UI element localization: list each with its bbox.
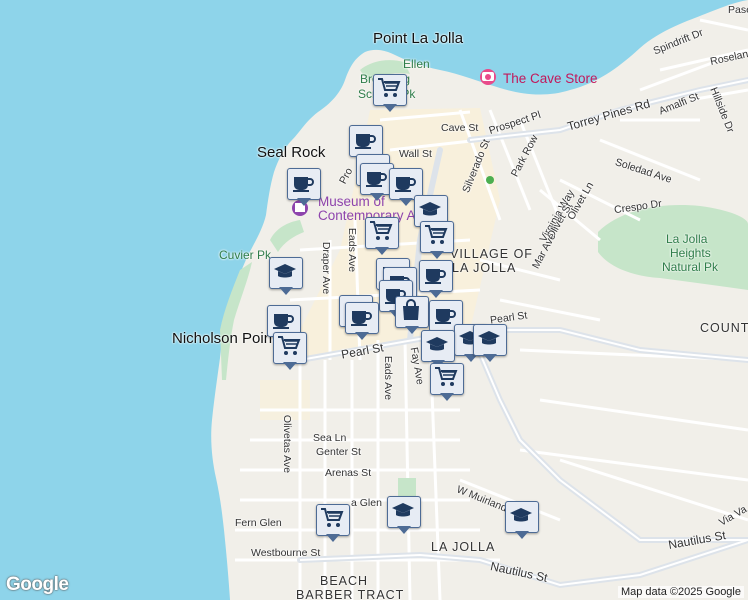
street-eads-ave-s: Eads Ave <box>382 355 395 401</box>
marker-shopping-cart[interactable] <box>365 217 399 257</box>
label-point-la-jolla: Point La Jolla <box>373 30 464 47</box>
label-heights-1: La Jolla <box>666 232 708 246</box>
marker-coffee-cup[interactable] <box>345 302 379 342</box>
marker-graduation-cap[interactable] <box>505 501 539 541</box>
label-la-jolla: LA JOLLA <box>431 540 496 554</box>
map-data-attribution[interactable]: Map data ©2025 Google <box>617 586 744 598</box>
street-genter-st: Genter St <box>316 446 361 458</box>
marker-shopping-cart[interactable] <box>316 504 350 544</box>
label-beach: BEACH <box>320 574 369 588</box>
street-sea-ln: Sea Ln <box>313 432 347 444</box>
label-village-1: VILLAGE OF <box>450 247 533 261</box>
google-logo[interactable]: Google <box>6 574 69 596</box>
street-pase: Pase <box>728 4 748 16</box>
street-draper-ave: Draper Ave <box>320 241 333 295</box>
label-seal-rock: Seal Rock <box>257 144 326 161</box>
map-canvas[interactable]: Point La Jolla Seal Rock Nicholson Point… <box>0 0 748 600</box>
label-heights-3: Natural Pk <box>662 260 719 274</box>
label-village-2: LA JOLLA <box>452 261 517 275</box>
street-wall-st: Wall St <box>399 148 432 160</box>
street-glen: a Glen <box>351 497 382 509</box>
label-ellen: Ellen <box>403 57 430 71</box>
street-arenas-st: Arenas St <box>325 467 372 479</box>
marker-coffee-cup[interactable] <box>419 260 453 300</box>
marker-graduation-cap[interactable] <box>269 257 303 297</box>
marker-shopping-cart[interactable] <box>273 332 307 372</box>
marker-graduation-cap[interactable] <box>473 324 507 364</box>
street-eads-ave-n: Eads Ave <box>346 227 359 273</box>
marker-coffee-cup[interactable] <box>287 168 321 208</box>
label-country: COUNT <box>700 321 748 335</box>
label-heights-2: Heights <box>670 246 711 260</box>
label-nicholson-point-1: Nicholson Point <box>172 330 277 347</box>
label-cuvier-pk: Cuvier Pk <box>219 248 272 262</box>
marker-graduation-cap[interactable] <box>387 496 421 536</box>
street-westbourne-st: Westbourne St <box>251 547 321 559</box>
label-barber-tract: BARBER TRACT <box>296 588 405 600</box>
marker-shopping-cart[interactable] <box>420 221 454 261</box>
street-fern-glen: Fern Glen <box>235 517 282 529</box>
street-olivetas-ave: Olivetas Ave <box>281 414 294 474</box>
label-cave-store[interactable]: The Cave Store <box>503 71 598 86</box>
marker-shopping-cart[interactable] <box>373 74 407 114</box>
marker-shopping-cart[interactable] <box>430 363 464 403</box>
street-cave-st: Cave St <box>441 122 479 134</box>
